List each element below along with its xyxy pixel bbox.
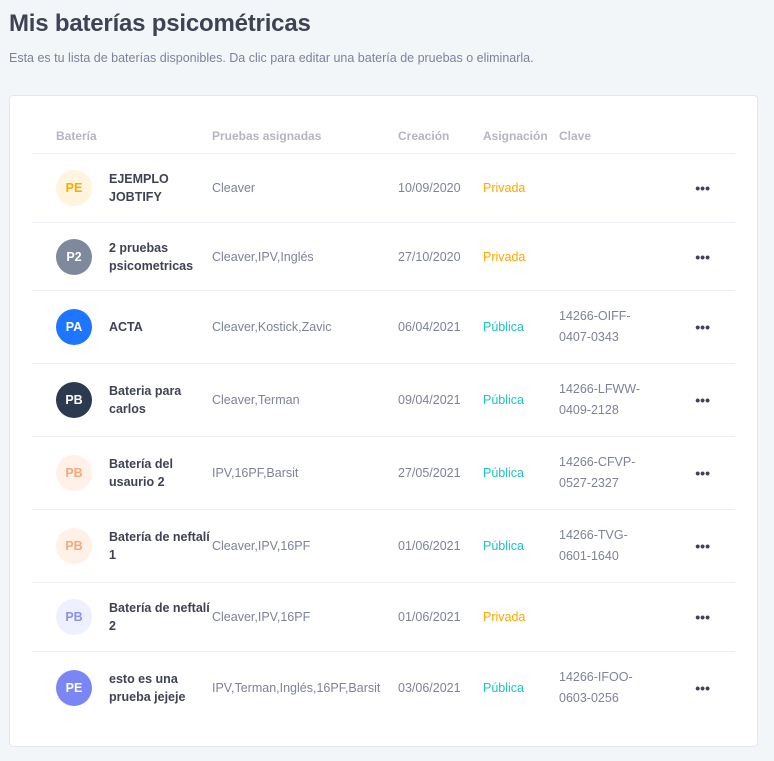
- battery-cell: PB Batería de neftalí 1: [32, 528, 212, 564]
- assigned-tests: Cleaver,IPV,16PF: [212, 539, 311, 553]
- table-row[interactable]: PE EJEMPLO JOBTIFY Cleaver 10/09/2020 Pr…: [32, 154, 735, 223]
- more-horizontal-icon[interactable]: •••: [695, 320, 710, 334]
- assigned-tests: IPV,Terman,Inglés,16PF,Barsit: [212, 681, 381, 695]
- avatar: PB: [56, 599, 92, 635]
- more-horizontal-icon[interactable]: •••: [695, 466, 710, 480]
- table-row[interactable]: PB Batería de neftalí 1 Cleaver,IPV,16PF…: [32, 510, 735, 583]
- battery-key: 14266-OIFF- 0407-0343: [559, 306, 665, 348]
- assigned-tests: Cleaver,IPV,16PF: [212, 610, 311, 624]
- assigned-tests: Cleaver,Terman: [212, 393, 300, 407]
- creation-date: 01/06/2021: [398, 610, 461, 624]
- actions-cell: •••: [665, 181, 735, 195]
- battery-name[interactable]: esto es una prueba jejeje: [109, 670, 212, 706]
- header-assign: Asignación: [483, 128, 548, 143]
- table-body: PE EJEMPLO JOBTIFY Cleaver 10/09/2020 Pr…: [32, 154, 735, 724]
- table-row[interactable]: PA ACTA Cleaver,Kostick,Zavic 06/04/2021…: [32, 291, 735, 364]
- battery-key-part1: 14266-IFOO-: [559, 670, 633, 684]
- assigned-tests: Cleaver,Kostick,Zavic: [212, 320, 332, 334]
- creation-date: 10/09/2020: [398, 181, 461, 195]
- more-horizontal-icon[interactable]: •••: [695, 250, 710, 264]
- assignment-status: Pública: [483, 320, 524, 334]
- actions-cell: •••: [665, 610, 735, 624]
- header-date: Creación: [398, 128, 450, 143]
- table-header: Batería Pruebas asignadas Creación Asign…: [32, 118, 735, 154]
- battery-name[interactable]: Bateria para carlos: [109, 382, 212, 418]
- page-subtitle: Esta es tu lista de baterías disponibles…: [9, 51, 534, 65]
- avatar: P2: [56, 238, 92, 275]
- battery-cell: P2 2 pruebas psicometricas: [32, 238, 212, 275]
- battery-key-part2: 0409-2128: [559, 403, 619, 417]
- creation-date: 03/06/2021: [398, 681, 461, 695]
- creation-date: 09/04/2021: [398, 393, 461, 407]
- table-row[interactable]: PB Bateria para carlos Cleaver,Terman 09…: [32, 364, 735, 437]
- battery-cell: PB Bateria para carlos: [32, 382, 212, 418]
- assignment-status: Privada: [483, 249, 526, 264]
- header-name: Batería: [56, 128, 97, 143]
- battery-key: 14266-TVG- 0601-1640: [559, 525, 665, 567]
- assigned-tests: Cleaver,IPV,Inglés: [212, 249, 314, 264]
- avatar: PB: [56, 455, 92, 491]
- assignment-status: Pública: [483, 466, 524, 480]
- more-horizontal-icon[interactable]: •••: [695, 539, 710, 553]
- actions-cell: •••: [665, 466, 735, 480]
- creation-date: 27/05/2021: [398, 466, 461, 480]
- battery-key-part2: 0603-0256: [559, 691, 619, 705]
- assignment-status: Privada: [483, 181, 526, 195]
- more-horizontal-icon[interactable]: •••: [695, 393, 710, 407]
- page-title: Mis baterías psicométricas: [9, 10, 311, 37]
- assigned-tests: IPV,16PF,Barsit: [212, 466, 299, 480]
- battery-cell: PE esto es una prueba jejeje: [32, 670, 212, 706]
- header-key: Clave: [559, 128, 592, 143]
- battery-key-part2: 0601-1640: [559, 549, 619, 563]
- actions-cell: •••: [665, 250, 735, 264]
- battery-key: 14266-LFWW- 0409-2128: [559, 379, 665, 421]
- battery-cell: PA ACTA: [32, 309, 212, 345]
- battery-key-part1: 14266-OIFF-: [559, 309, 631, 323]
- battery-name[interactable]: EJEMPLO JOBTIFY: [109, 170, 212, 206]
- battery-key-part1: 14266-TVG-: [559, 528, 628, 542]
- battery-key: 14266-IFOO- 0603-0256: [559, 667, 665, 709]
- table-row[interactable]: PB Batería del usaurio 2 IPV,16PF,Barsit…: [32, 437, 735, 510]
- assignment-status: Pública: [483, 539, 524, 553]
- assigned-tests: Cleaver: [212, 181, 256, 195]
- battery-key-part1: 14266-LFWW-: [559, 382, 641, 396]
- assignment-status: Pública: [483, 393, 524, 407]
- batteries-table: Batería Pruebas asignadas Creación Asign…: [32, 118, 735, 724]
- battery-name[interactable]: Batería del usaurio 2: [109, 455, 212, 491]
- avatar: PA: [56, 309, 92, 345]
- battery-name[interactable]: Batería de neftalí 1: [109, 528, 212, 564]
- avatar: PE: [56, 170, 92, 206]
- avatar: PB: [56, 528, 92, 564]
- more-horizontal-icon[interactable]: •••: [695, 181, 710, 195]
- battery-cell: PE EJEMPLO JOBTIFY: [32, 170, 212, 206]
- battery-cell: PB Batería del usaurio 2: [32, 455, 212, 491]
- more-horizontal-icon[interactable]: •••: [695, 610, 710, 624]
- avatar: PE: [56, 670, 92, 706]
- battery-key-part1: 14266-CFVP-: [559, 455, 636, 469]
- battery-key-part2: 0407-0343: [559, 330, 619, 344]
- avatar: PB: [56, 382, 92, 418]
- batteries-card: Batería Pruebas asignadas Creación Asign…: [9, 95, 758, 747]
- actions-cell: •••: [665, 320, 735, 334]
- battery-cell: PB Batería de neftalí 2: [32, 599, 212, 635]
- creation-date: 27/10/2020: [398, 249, 461, 264]
- table-row[interactable]: PB Batería de neftalí 2 Cleaver,IPV,16PF…: [32, 583, 735, 652]
- more-horizontal-icon[interactable]: •••: [695, 681, 710, 695]
- table-row[interactable]: PE esto es una prueba jejeje IPV,Terman,…: [32, 652, 735, 724]
- battery-name[interactable]: Batería de neftalí 2: [109, 599, 212, 635]
- actions-cell: •••: [665, 681, 735, 695]
- creation-date: 06/04/2021: [398, 320, 461, 334]
- actions-cell: •••: [665, 539, 735, 553]
- assignment-status: Pública: [483, 681, 524, 695]
- creation-date: 01/06/2021: [398, 539, 461, 553]
- battery-key: 14266-CFVP- 0527-2327: [559, 452, 665, 494]
- battery-name[interactable]: ACTA: [109, 318, 212, 336]
- table-row[interactable]: P2 2 pruebas psicometricas Cleaver,IPV,I…: [32, 223, 735, 291]
- actions-cell: •••: [665, 393, 735, 407]
- assignment-status: Privada: [483, 610, 526, 624]
- battery-key-part2: 0527-2327: [559, 476, 619, 490]
- battery-name[interactable]: 2 pruebas psicometricas: [109, 239, 212, 275]
- header-tests: Pruebas asignadas: [212, 128, 322, 143]
